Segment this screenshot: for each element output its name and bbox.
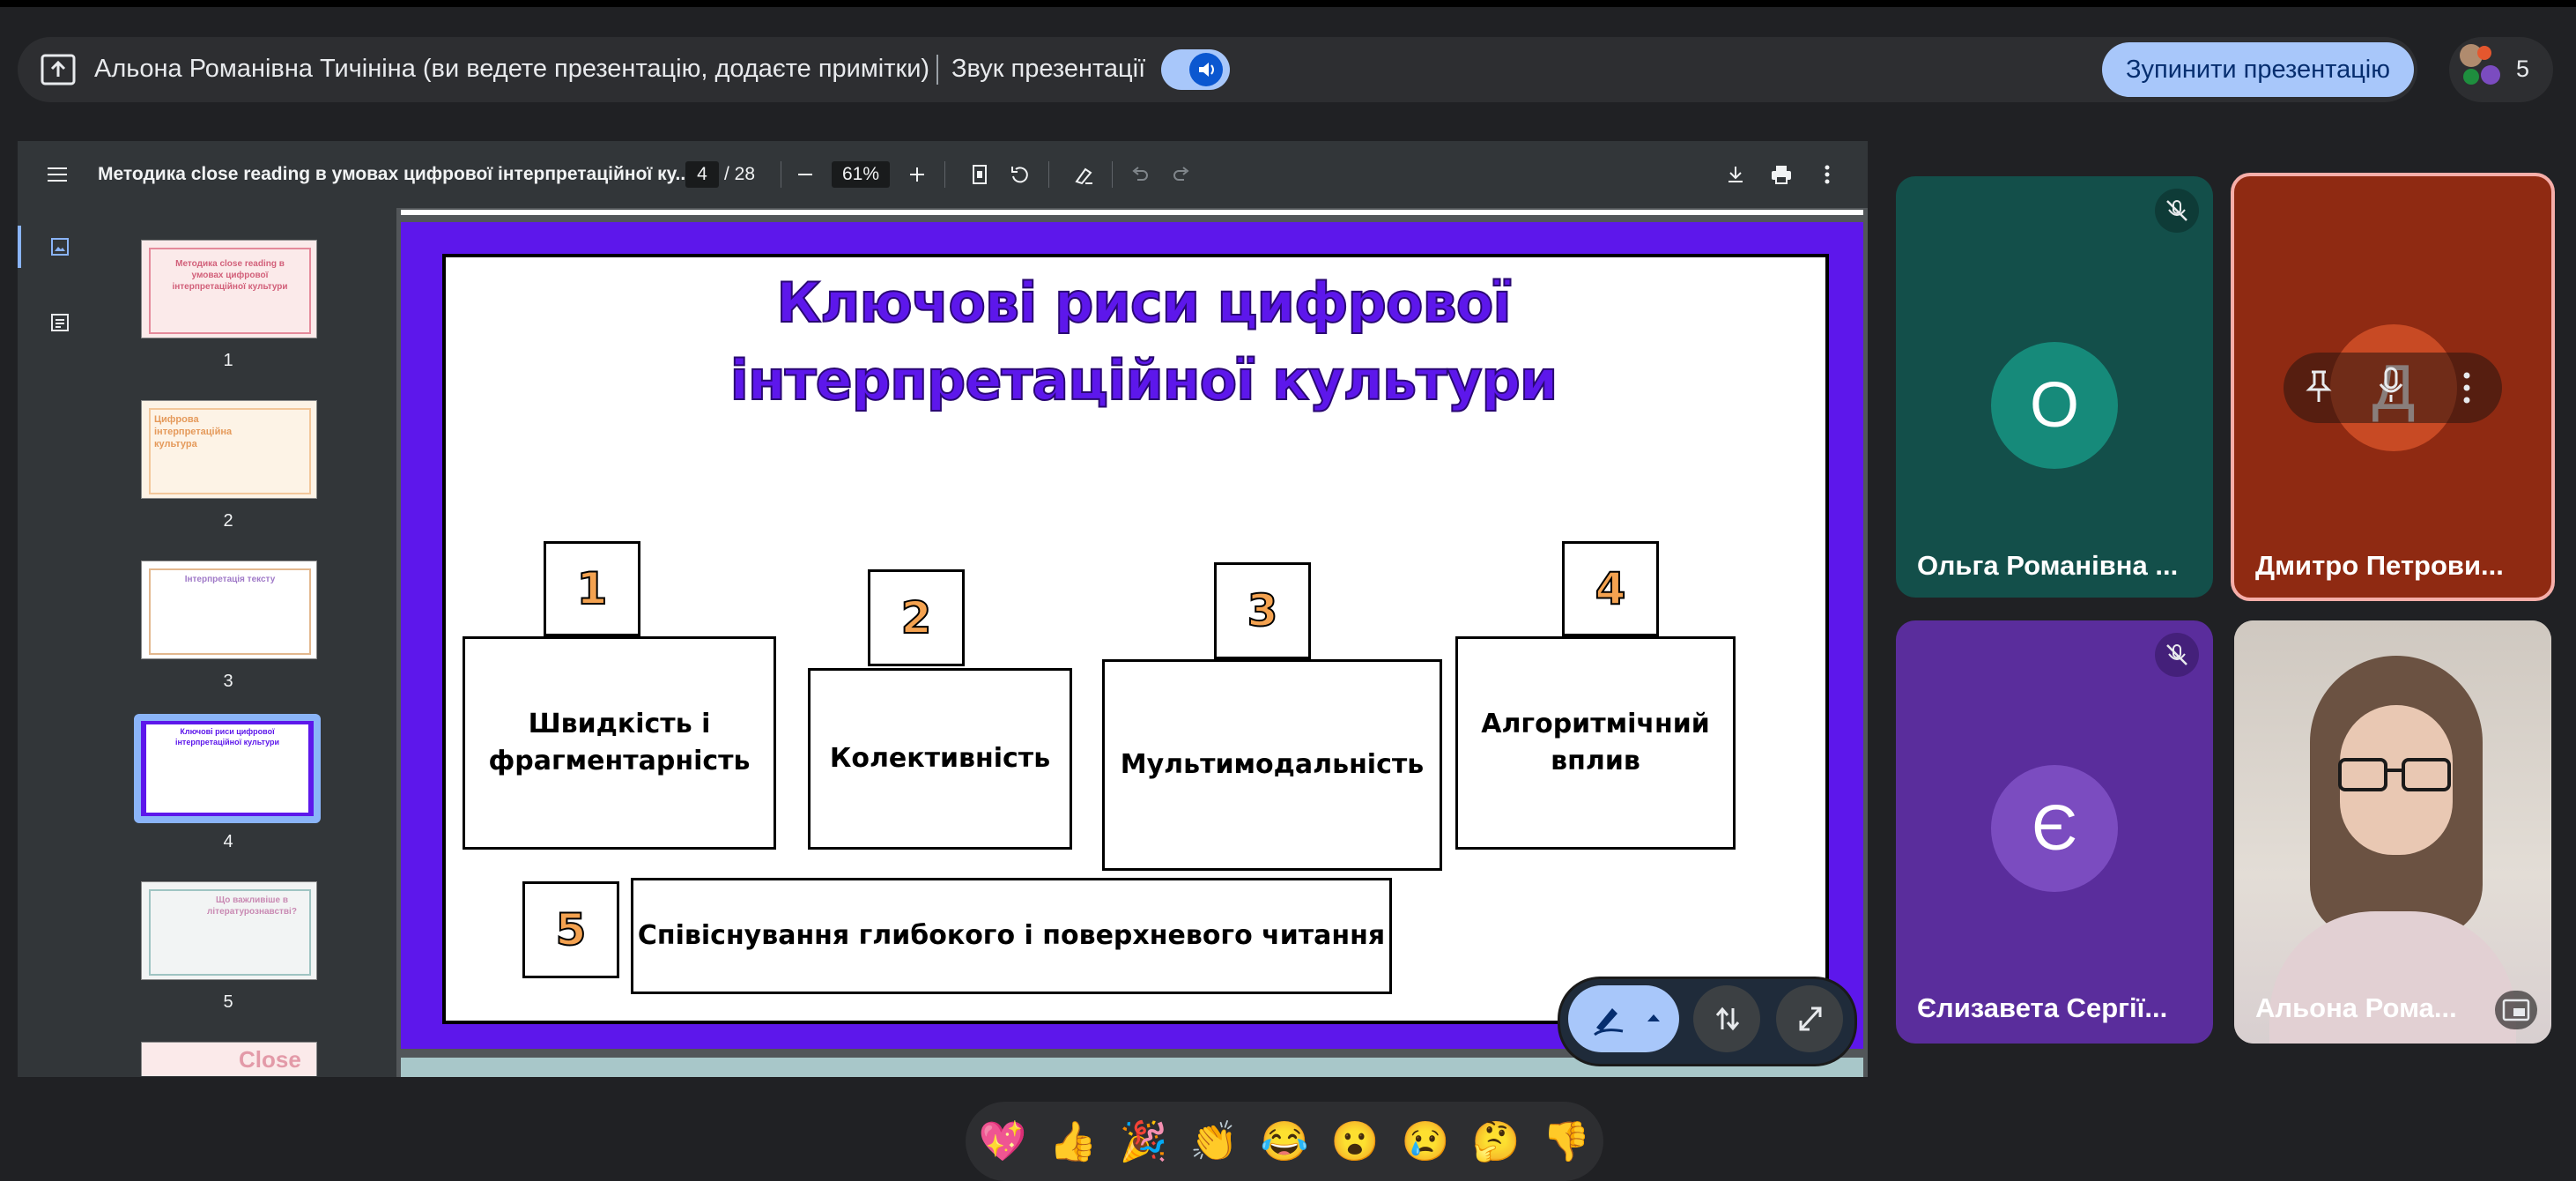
expand-icon: [1799, 1006, 1822, 1031]
window-top-edge: [0, 0, 2576, 7]
thumbnails-view-icon[interactable]: [49, 236, 70, 257]
thumbnail-caption: Ключові риси цифрової інтерпретаційної к…: [174, 727, 279, 746]
slide-title-line-2: інтерпретаційної культури: [729, 347, 1559, 413]
page-thumbnail-2[interactable]: Цифрова інтерпретаційна культура: [141, 400, 317, 499]
thumbnail-number: 1: [223, 351, 233, 370]
slide-title: Ключові риси цифрової інтерпретаційної к…: [493, 264, 1794, 420]
toolbar-divider: [1048, 161, 1049, 188]
thumbnail-caption: Close: [239, 1046, 301, 1073]
zoom-out-icon[interactable]: [796, 165, 815, 184]
more-options-icon[interactable]: [2458, 370, 2476, 405]
thumbs-up-reaction[interactable]: 👍: [1047, 1119, 1099, 1165]
microphone-icon[interactable]: [2375, 365, 2407, 407]
redo-icon[interactable]: [1172, 166, 1191, 183]
clapping-reaction[interactable]: 👏: [1188, 1119, 1240, 1165]
toolbar-divider: [1112, 161, 1113, 188]
present-screen-icon: [41, 54, 76, 85]
page-thumbnail-4[interactable]: Ключові риси цифрової інтерпретаційної к…: [134, 714, 321, 823]
page-thumbnail-6[interactable]: Close: [141, 1042, 317, 1076]
thumbnail-caption: Методика close reading в умовах цифрової…: [172, 259, 288, 292]
feature-label: Мультимодальність: [1120, 749, 1425, 780]
page-thumbnail-3[interactable]: Інтерпретація тексту: [141, 561, 317, 659]
feature-number-1: 1: [544, 541, 640, 636]
glasses-icon: [2338, 758, 2453, 793]
feature-box-2: Колективність: [808, 668, 1072, 850]
participant-name: Єлизавета Сергії...: [1917, 992, 2168, 1023]
feature-box-1: Швидкість і фрагментарність: [463, 636, 776, 850]
feature-label: Співіснування глибокого і поверхневого ч…: [637, 920, 1386, 951]
print-icon[interactable]: [1770, 164, 1793, 185]
feature-number-2: 2: [868, 569, 965, 666]
fit-page-icon[interactable]: [969, 164, 990, 185]
thumbnail-number: 2: [223, 511, 233, 531]
avatar: Є: [1991, 765, 2118, 892]
feature-number-3: 3: [1214, 562, 1311, 659]
feature-number-5: 5: [522, 881, 619, 978]
surprised-reaction[interactable]: 😮: [1329, 1119, 1381, 1165]
crying-reaction[interactable]: 😢: [1399, 1119, 1452, 1165]
feature-label: Колективність: [829, 743, 1051, 774]
swap-arrows-icon: [1715, 1006, 1740, 1031]
muted-mic-icon: [2155, 189, 2199, 233]
annotate-icon[interactable]: [1073, 164, 1096, 187]
banner-divider: [936, 55, 938, 85]
feature-number-4: 4: [1562, 541, 1659, 636]
feature-box-3: Мультимодальність: [1102, 659, 1442, 871]
participant-name: Дмитро Петрови...: [2255, 550, 2504, 581]
stop-presenting-button[interactable]: Зупинити презентацію: [2102, 42, 2414, 97]
zoom-level-input[interactable]: 61%: [832, 161, 890, 188]
participant-avatar: [2477, 46, 2491, 60]
thumbs-down-reaction[interactable]: 👎: [1540, 1119, 1593, 1165]
presentation-sound-label: Звук презентації: [951, 55, 1146, 83]
feature-box-5: Співіснування глибокого і поверхневого ч…: [631, 878, 1392, 994]
menu-icon[interactable]: [46, 165, 69, 184]
thumbnail-number: 5: [223, 992, 233, 1012]
participant-avatar: [2481, 65, 2500, 85]
outline-view-icon[interactable]: [49, 312, 70, 333]
page-total: / 28: [724, 164, 756, 184]
undo-icon[interactable]: [1130, 166, 1150, 183]
participant-avatar: [2463, 69, 2479, 85]
page-number-input[interactable]: 4: [685, 161, 719, 188]
thumbnail-number: 4: [223, 832, 233, 851]
caret-up-icon[interactable]: [1646, 1012, 1662, 1024]
feature-label: вплив: [1551, 746, 1640, 776]
presenter-status-text: Альона Романівна Тичініна (ви ведете пре…: [94, 55, 930, 83]
picture-in-picture-icon[interactable]: [2495, 991, 2537, 1029]
more-options-icon[interactable]: [1818, 164, 1836, 185]
previous-page-edge: [401, 210, 1863, 215]
pin-icon[interactable]: [2303, 368, 2335, 407]
feature-label: фрагментарність: [488, 746, 751, 776]
self-video-tile[interactable]: [2234, 620, 2551, 1044]
party-popper-reaction[interactable]: 🎉: [1117, 1119, 1170, 1165]
feature-label: Алгоритмічний: [1481, 709, 1710, 739]
participant-name: Ольга Романівна ...: [1917, 550, 2179, 581]
sidebar-active-indicator: [18, 226, 21, 268]
zoom-in-icon[interactable]: [907, 165, 927, 184]
feature-box-4: Алгоритмічний вплив: [1455, 636, 1736, 850]
sparkling-heart-reaction[interactable]: 💖: [976, 1119, 1029, 1165]
rotate-icon[interactable]: [1008, 164, 1031, 187]
page-thumbnail-1[interactable]: Методика close reading в умовах цифрової…: [141, 240, 317, 338]
page-thumbnail-5[interactable]: Що важливіше в літературознавстві?: [141, 881, 317, 980]
thumbnail-caption: Інтерпретація тексту: [184, 575, 276, 584]
volume-icon: [1189, 53, 1223, 86]
thinking-reaction[interactable]: 🤔: [1469, 1119, 1522, 1165]
download-icon[interactable]: [1725, 164, 1746, 185]
avatar: О: [1991, 342, 2118, 469]
toolbar-divider: [944, 161, 945, 188]
thumbnail-caption: Цифрова інтерпретаційна культура: [154, 414, 233, 449]
thumbnail-caption: Що важливіше в літературознавстві?: [207, 895, 297, 917]
pen-icon: [1594, 1008, 1624, 1036]
muted-mic-icon: [2155, 633, 2199, 677]
feature-label: Швидкість і: [528, 709, 711, 739]
pdf-title: Методика close reading в умовах цифрової…: [98, 164, 691, 184]
participant-name: Альона Рома...: [2255, 992, 2457, 1023]
laughing-reaction[interactable]: 😂: [1258, 1119, 1311, 1165]
thumbnail-number: 3: [223, 672, 233, 691]
participant-count: 5: [2516, 56, 2530, 82]
slide-title-line-1: Ключові риси цифрової: [775, 270, 1512, 336]
